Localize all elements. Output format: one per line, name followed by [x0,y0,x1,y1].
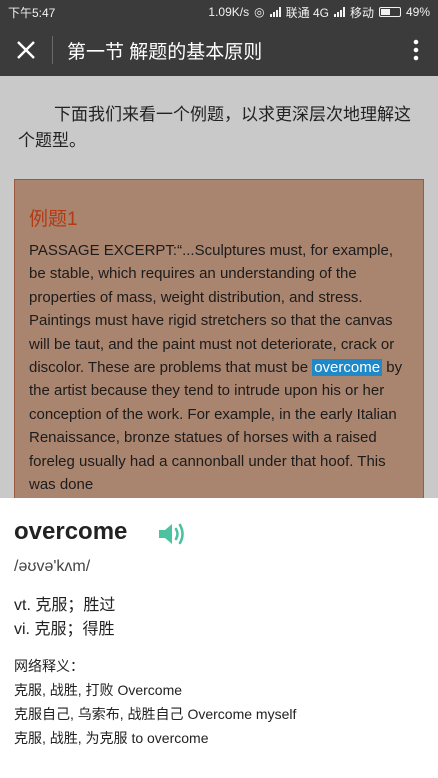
highlighted-word[interactable]: overcome [312,359,383,377]
more-button[interactable] [394,24,438,76]
network-speed: 1.09K/s [208,5,250,19]
signal-icon [269,7,281,17]
net-item: 克服自己, 乌索布, 战胜自己 Overcome myself [14,706,297,722]
page-title: 第一节 解题的基本原则 [67,41,263,63]
example-box: 例题1 PASSAGE EXCERPT:“...Sculptures must,… [14,179,424,498]
speaker-icon [159,523,184,545]
dictionary-popup: overcome /əʊvə'kʌm/ vt. 克服；胜过 vi. 克服；得胜 … [0,498,438,778]
net-item: 克服, 战胜, 打败 Overcome [14,682,183,698]
definitions: vt. 克服；胜过 vi. 克服；得胜 [14,594,115,642]
battery-icon [378,7,401,17]
alarm-icon: ◎ [254,5,265,19]
close-button[interactable] [0,24,52,76]
net-title: 网络释义： [14,658,84,674]
app-bar: 第一节 解题的基本原则 [0,24,438,76]
passage-text-before: PASSAGE EXCERPT:“...Sculptures must, for… [29,242,395,377]
carrier-mobile: 移动 [349,5,374,20]
definition-item: vt. 克服；胜过 [14,597,116,614]
passage-text-after: by the artist because they tend to intru… [29,359,403,494]
status-right: 1.09K/s ◎ 联通 4G 移动 49% [208,4,430,21]
status-time: 下午5:47 [8,5,56,20]
intro-paragraph: 下面我们来看一个例题，以求更深层次地理解这个题型。 [18,105,411,150]
pronounce-button[interactable] [157,520,189,548]
status-bar: 下午5:47 1.09K/s ◎ 联通 4G 移动 49% [0,0,438,24]
more-vertical-icon [413,39,419,61]
passage-text[interactable]: PASSAGE EXCERPT:“...Sculptures must, for… [29,239,413,496]
example-heading: 例题1 [29,209,78,230]
carrier-unicom: 联通 4G [285,5,329,20]
net-definitions: 网络释义： 克服, 战胜, 打败 Overcome 克服自己, 乌索布, 战胜自… [14,654,296,750]
appbar-divider [52,36,53,64]
definition-item: vi. 克服；得胜 [14,621,115,638]
article-content[interactable]: 下面我们来看一个例题，以求更深层次地理解这个题型。 例题1 PASSAGE EX… [0,76,438,498]
close-icon [17,41,35,59]
phonetic: /əʊvə'kʌm/ [14,558,91,575]
battery-percent: 49% [405,5,430,19]
dictionary-word: overcome [14,518,128,545]
signal-icon [333,7,345,17]
net-item: 克服, 战胜, 为克服 to overcome [14,730,209,746]
